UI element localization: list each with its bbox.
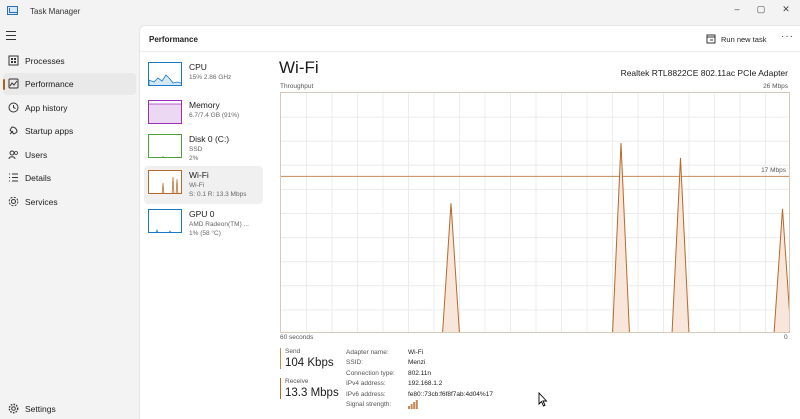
perf-item-disk[interactable]: Disk 0 (C:) SSD 2%: [144, 130, 263, 168]
throughput-spike: [773, 208, 789, 332]
cpu-thumbnail: [148, 62, 182, 86]
nav-item-users[interactable]: Users: [3, 144, 136, 166]
perf-item-detail: 15% 2.86 GHz: [189, 74, 232, 81]
receive-stat: Receive 13.3 Mbps: [280, 378, 346, 399]
perf-item-name: CPU: [189, 62, 207, 72]
maximize-button[interactable]: ▢: [747, 0, 775, 18]
app-title: Task Manager: [30, 7, 81, 16]
send-stat: Send 104 Kbps: [280, 348, 346, 369]
startup-apps-icon: [8, 125, 19, 136]
ssid-label: SSID:: [346, 359, 363, 366]
main-panel: Performance Run new task ··· CPU 15% 2.8…: [139, 25, 800, 419]
gear-icon: [8, 403, 19, 414]
time-range-label: 60 seconds: [280, 334, 314, 341]
perf-item-name: GPU 0: [189, 209, 215, 219]
performance-icon: [8, 78, 19, 89]
users-icon: [8, 149, 19, 160]
connection-type-value: 802.11n: [408, 370, 432, 377]
nav-label: Users: [25, 150, 48, 160]
run-new-task-label: Run new task: [721, 34, 767, 44]
perf-item-name: Wi-Fi: [189, 170, 209, 180]
nav-label: Performance: [25, 79, 74, 89]
details-icon: [8, 172, 19, 183]
ipv6-value: fe80::73cb:f6f8f7ab:4d04%17: [408, 391, 493, 398]
title-bar: Task Manager – ▢ ✕: [0, 0, 800, 22]
wifi-thumbnail: [148, 170, 182, 194]
more-options-button[interactable]: ···: [781, 31, 794, 42]
disk-thumbnail: [148, 134, 182, 158]
throughput-label: Throughput: [280, 83, 314, 90]
adapter-name: Realtek RTL8822CE 802.11ac PCIe Adapter: [620, 68, 788, 78]
nav-item-processes[interactable]: Processes: [3, 50, 136, 72]
perf-item-detail: SSD: [189, 146, 203, 153]
signal-strength-label: Signal strength:: [346, 401, 392, 408]
perf-item-wifi[interactable]: Wi-Fi Wi-Fi S: 0.1 R: 13.3 Mbps: [144, 166, 263, 204]
header-divider: [140, 51, 800, 52]
signal-strength-icon: [408, 400, 418, 411]
nav-item-performance[interactable]: Performance: [3, 73, 136, 95]
nav-item-services[interactable]: Services: [3, 191, 136, 213]
nav-label: App history: [25, 103, 68, 113]
processes-icon: [8, 55, 19, 66]
adapter-name-value: Wi-Fi: [408, 349, 424, 356]
detail-title: Wi-Fi: [279, 58, 319, 77]
throughput-spike: [442, 203, 460, 332]
gpu-thumbnail: [148, 209, 182, 233]
ipv4-value: 192.168.1.2: [408, 380, 443, 387]
services-icon: [8, 196, 19, 207]
max-throughput-label: 26 Mbps: [763, 83, 788, 90]
ssid-value: Menzi: [408, 359, 426, 366]
run-task-icon: [706, 34, 716, 44]
receive-value: 13.3 Mbps: [285, 387, 339, 399]
nav-label: Services: [25, 197, 58, 207]
adapter-name-label: Adapter name:: [346, 349, 389, 356]
app-history-icon: [8, 102, 19, 113]
send-value: 104 Kbps: [285, 357, 334, 369]
perf-item-detail: S: 0.1 R: 13.3 Mbps: [189, 191, 247, 198]
perf-item-cpu[interactable]: CPU 15% 2.86 GHz: [144, 58, 263, 96]
send-label: Send: [285, 348, 301, 355]
page-title: Performance: [149, 35, 198, 44]
throughput-spike: [671, 157, 690, 332]
nav-label: Processes: [25, 56, 65, 66]
receive-label: Receive: [285, 378, 309, 385]
nav-item-details[interactable]: Details: [3, 167, 136, 189]
scale-line-label: 17 Mbps: [761, 167, 786, 174]
nav-label: Details: [25, 173, 51, 183]
hamburger-menu-icon[interactable]: [6, 31, 16, 40]
nav-item-settings[interactable]: Settings: [3, 398, 136, 419]
perf-item-detail: AMD Radeon(TM) ...: [189, 221, 249, 228]
memory-thumbnail: [148, 100, 182, 124]
perf-item-detail: Wi-Fi: [189, 182, 205, 189]
ipv6-label: IPv6 address:: [346, 391, 386, 398]
nav-item-app-history[interactable]: App history: [3, 97, 136, 119]
perf-item-detail: 1% (58 °C): [189, 230, 221, 237]
perf-item-name: Disk 0 (C:): [189, 134, 230, 144]
perf-item-memory[interactable]: Memory 6.7/7.4 GB (91%): [144, 96, 263, 134]
throughput-chart: [281, 93, 789, 332]
mouse-cursor-icon: [538, 391, 548, 409]
nav-label: Settings: [25, 404, 56, 414]
perf-item-gpu[interactable]: GPU 0 AMD Radeon(TM) ... 1% (58 °C): [144, 205, 263, 243]
throughput-graph: 17 Mbps: [280, 92, 790, 333]
zero-label: 0: [784, 334, 788, 341]
perf-item-detail: 6.7/7.4 GB (91%): [189, 112, 240, 119]
run-new-task-button[interactable]: Run new task: [706, 31, 766, 47]
close-button[interactable]: ✕: [772, 0, 800, 18]
perf-item-detail: 2%: [189, 155, 199, 162]
nav-label: Startup apps: [25, 126, 74, 136]
perf-item-name: Memory: [189, 100, 220, 110]
nav-item-startup-apps[interactable]: Startup apps: [3, 120, 136, 142]
connection-type-label: Connection type:: [346, 370, 395, 377]
task-manager-icon: [7, 6, 18, 15]
ipv4-label: IPv4 address:: [346, 380, 386, 387]
